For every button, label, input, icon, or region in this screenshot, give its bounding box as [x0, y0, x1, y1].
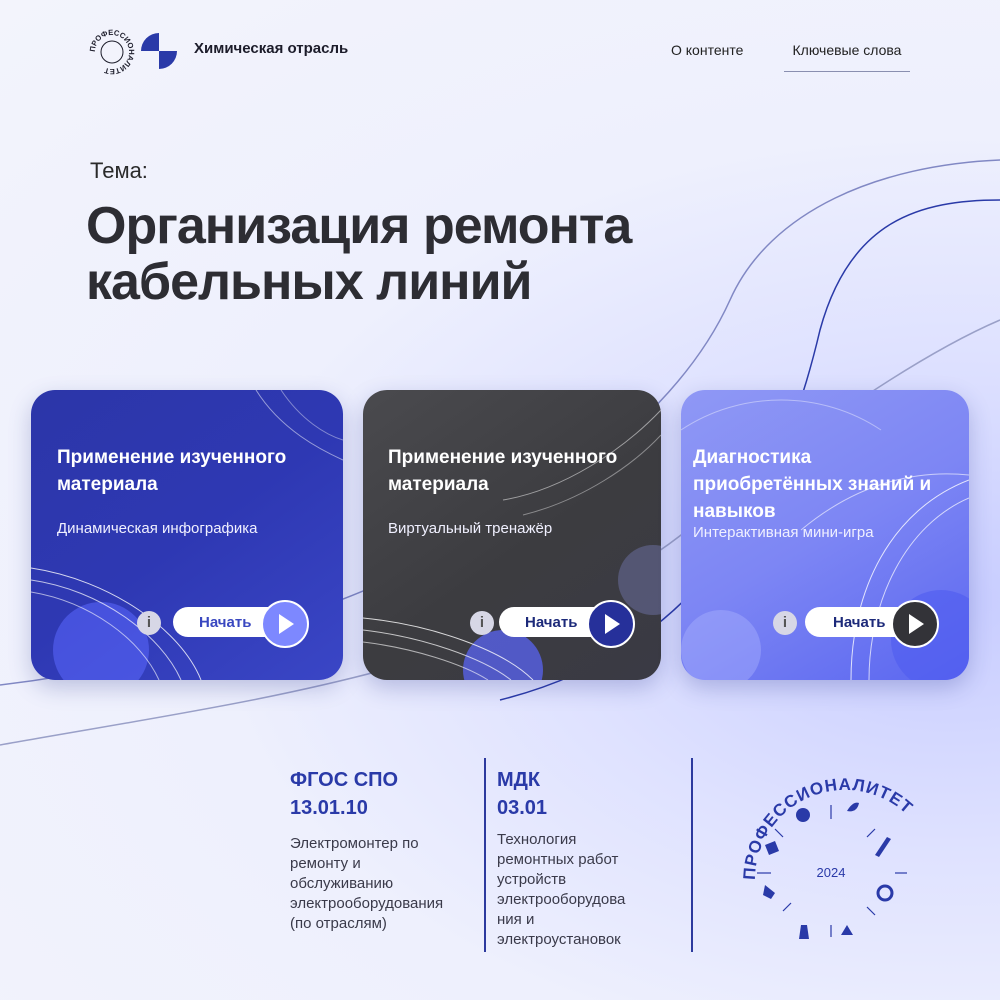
info-icon[interactable]: i	[470, 611, 494, 635]
start-button-label: Начать	[199, 614, 252, 631]
play-icon[interactable]	[891, 600, 939, 648]
column-divider	[484, 758, 486, 952]
card-subtitle: Виртуальный тренажёр	[388, 520, 553, 537]
fgos-description: Электромонтер по ремонту и обслуживанию …	[290, 834, 443, 934]
card-title: Применение изученного материала	[388, 447, 618, 495]
play-icon[interactable]	[587, 600, 635, 648]
logo-mark-icon	[141, 33, 177, 69]
card-mini-game: Диагностика приобретённых знаний и навык…	[681, 390, 969, 680]
mdk-heading-line-1: МДК	[497, 769, 541, 791]
nav-keywords-link[interactable]: Ключевые слова	[784, 42, 910, 72]
brand-logo-icon: ПРОФЕССИОНАЛИТЕТ	[88, 28, 136, 76]
card-title: Диагностика приобретённых знаний и навык…	[693, 447, 932, 522]
card-subtitle: Интерактивная мини-игра	[693, 524, 874, 541]
info-icon[interactable]: i	[773, 611, 797, 635]
mdk-description: Технология ремонтных работ устройств эле…	[497, 830, 625, 950]
start-button[interactable]: Начать	[805, 600, 939, 648]
card-simulator: Применение изученного материала Виртуаль…	[363, 390, 661, 680]
mdk-text-line: ремонтных работ	[497, 851, 619, 868]
start-button[interactable]: Начать	[499, 600, 635, 648]
svg-text:2024: 2024	[817, 865, 846, 880]
page-title: Организация ремонта кабельных линий	[86, 197, 632, 311]
fgos-text-line: (по отраслям)	[290, 915, 387, 932]
mdk-text-line: устройств	[497, 871, 567, 888]
card-title: Применение изученного материала	[57, 447, 287, 495]
card-subtitle: Динамическая инфографика	[57, 520, 258, 537]
fgos-text-line: Электромонтер по	[290, 835, 419, 852]
svg-text:ПРОФЕССИОНАЛИТЕТ: ПРОФЕССИОНАЛИТЕТ	[88, 28, 136, 76]
start-button[interactable]: Начать	[173, 600, 309, 648]
fgos-text-line: ремонту и	[290, 855, 361, 872]
nav-about-link[interactable]: О контенте	[671, 42, 743, 58]
info-icon[interactable]: i	[137, 611, 161, 635]
brand-name: Химическая отрасль	[194, 40, 349, 57]
professionalitet-badge-icon: ПРОФЕССИОНАЛИТЕТ 2024	[740, 775, 916, 939]
page-title-line-2: кабельных линий	[86, 253, 533, 311]
fgos-heading-line-1: ФГОС СПО	[290, 769, 399, 791]
mdk-text-line: ния и	[497, 911, 535, 928]
card-infographic: Применение изученного материала Динамиче…	[31, 390, 343, 680]
fgos-heading-line-2: 13.01.10	[290, 797, 368, 819]
start-button-label: Начать	[525, 614, 578, 631]
mdk-text-line: электроустановок	[497, 931, 621, 948]
start-button-label: Начать	[833, 614, 886, 631]
play-icon[interactable]	[261, 600, 309, 648]
mdk-heading: МДК 03.01	[497, 766, 547, 822]
fgos-text-line: электрооборудования	[290, 895, 444, 912]
fgos-text-line: обслуживанию	[290, 875, 394, 892]
page-title-line-1: Организация ремонта	[86, 197, 632, 255]
topic-label: Тема:	[90, 158, 148, 183]
mdk-text-line: электрооборудова	[497, 891, 626, 908]
mdk-text-line: Технология	[497, 831, 577, 848]
fgos-heading: ФГОС СПО 13.01.10	[290, 766, 398, 822]
mdk-heading-line-2: 03.01	[497, 797, 548, 819]
column-divider	[691, 758, 693, 952]
